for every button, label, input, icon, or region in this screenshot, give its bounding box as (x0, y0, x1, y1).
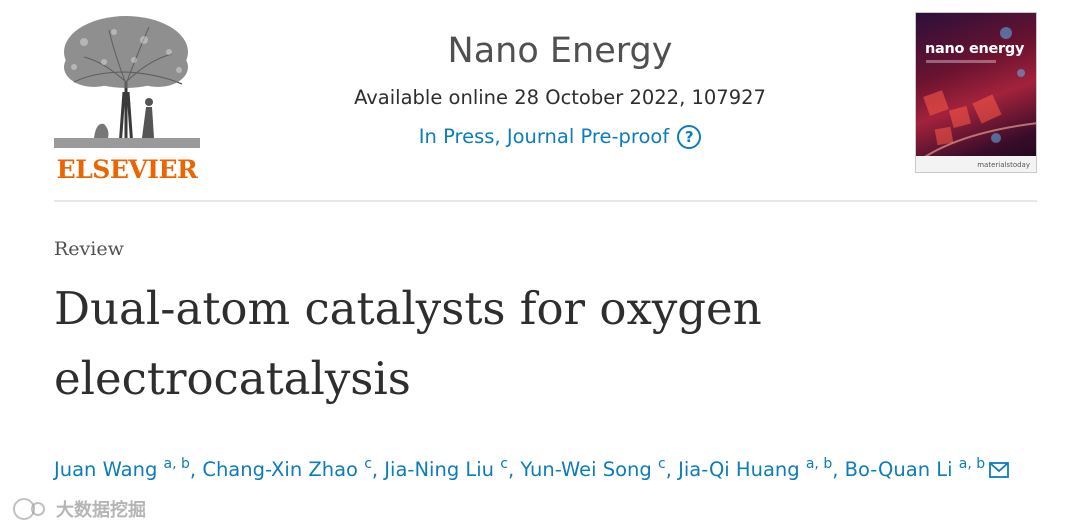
envelope-icon[interactable] (989, 462, 1010, 478)
header-divider (54, 200, 1037, 202)
author-separator: , (665, 458, 679, 481)
author-separator: , (832, 458, 845, 481)
author-separator: , (507, 458, 521, 481)
author-link[interactable]: Bo-Quan Li a, b (844, 456, 986, 481)
cover-journal-title: nano energy (925, 41, 1025, 57)
author-name: Juan Wang (54, 458, 164, 481)
journal-cover-image[interactable]: nano energy materialstoday (915, 12, 1037, 173)
elsevier-wordmark: ELSEVIER (56, 155, 198, 184)
author-affiliation: c (364, 456, 372, 472)
author-name: Chang-Xin Zhao (202, 458, 365, 481)
author-link[interactable]: Yun-Wei Song c (520, 456, 666, 481)
author-name: Yun-Wei Song (520, 458, 658, 481)
cover-brand-text: materialstoday (977, 161, 1030, 169)
author-affiliation: c (657, 456, 666, 472)
author-separator: , (371, 458, 385, 481)
article-title: Dual-atom catalysts for oxygen electroca… (54, 282, 762, 405)
author-link[interactable]: Juan Wang a, b (54, 456, 190, 481)
cover-subtitle-bar (926, 60, 996, 63)
author-affiliation: a, b (805, 456, 833, 472)
author-name: Jia-Qi Huang (678, 458, 806, 481)
question-mark-icon[interactable]: ? (677, 125, 702, 149)
author-link[interactable]: Jia-Qi Huang a, b (678, 456, 833, 481)
journal-name-link[interactable]: Nano Energy (300, 28, 820, 74)
author-link[interactable]: Jia-Ning Liu c (384, 456, 508, 481)
author-affiliation: a, b (958, 456, 986, 472)
tree-of-knowledge-icon (54, 16, 200, 148)
article-type-label: Review (54, 238, 124, 260)
article-status-row: In Press, Journal Pre-proof ? (300, 124, 820, 150)
journal-pre-proof-link[interactable]: In Press, Journal Pre-proof (419, 124, 669, 150)
author-affiliation: c (500, 456, 508, 472)
watermark: 大数据挖掘 (12, 496, 146, 522)
elsevier-logo[interactable]: ELSEVIER (54, 12, 200, 184)
author-name: Jia-Ning Liu (384, 458, 501, 481)
author-separator: , (189, 458, 203, 481)
journal-header: Nano Energy Available online 28 October … (300, 28, 820, 150)
author-list: Juan Wang a, b, Chang-Xin Zhao c, Jia-Ni… (54, 448, 1054, 486)
author-link[interactable]: Chang-Xin Zhao c (202, 456, 372, 481)
author-affiliation: a, b (163, 456, 190, 472)
cover-artwork (916, 27, 1036, 164)
author-name: Bo-Quan Li (844, 458, 959, 481)
availability-text: Available online 28 October 2022, 107927 (354, 86, 766, 109)
watermark-text: 大数据挖掘 (56, 500, 146, 521)
watermark-logo-icon (13, 498, 45, 520)
